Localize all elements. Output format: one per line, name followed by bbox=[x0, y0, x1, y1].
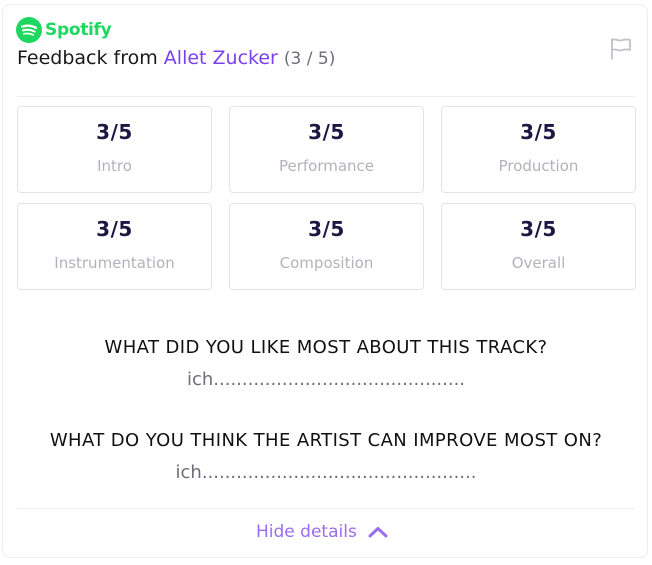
rating-tile-performance: 3/5 Performance bbox=[229, 106, 424, 193]
rating-score: 3/5 bbox=[308, 120, 345, 144]
answer-liked-most: ich.....................................… bbox=[186, 369, 466, 390]
chevron-up-icon bbox=[368, 527, 388, 538]
rating-tile-production: 3/5 Production bbox=[441, 106, 636, 193]
brand-name: Spotify bbox=[45, 20, 112, 40]
ratings-grid: 3/5 Intro 3/5 Performance 3/5 Production… bbox=[17, 106, 636, 290]
rating-score: 3/5 bbox=[520, 120, 557, 144]
rating-score: 3/5 bbox=[96, 120, 133, 144]
rating-label: Composition bbox=[279, 254, 374, 272]
rating-score: 3/5 bbox=[308, 217, 345, 241]
rating-label: Production bbox=[498, 157, 579, 175]
hide-details-label: Hide details bbox=[256, 522, 357, 542]
spotify-logo-icon bbox=[16, 17, 42, 43]
question-improve-most: WHAT DO YOU THINK THE ARTIST CAN IMPROVE… bbox=[49, 430, 603, 451]
answer-improve-most: ich.....................................… bbox=[175, 462, 477, 483]
footer-divider bbox=[17, 508, 635, 509]
rating-tile-instrumentation: 3/5 Instrumentation bbox=[17, 203, 212, 290]
spotify-brand: Spotify bbox=[16, 17, 112, 43]
rating-score: 3/5 bbox=[96, 217, 133, 241]
title-prefix: Feedback from bbox=[17, 47, 158, 69]
question-liked-most: WHAT DID YOU LIKE MOST ABOUT THIS TRACK? bbox=[104, 337, 548, 358]
rating-label: Instrumentation bbox=[54, 254, 175, 272]
artist-name[interactable]: Allet Zucker bbox=[164, 47, 278, 69]
flag-icon[interactable] bbox=[608, 37, 634, 61]
rating-tile-composition: 3/5 Composition bbox=[229, 203, 424, 290]
rating-score: 3/5 bbox=[520, 217, 557, 241]
feedback-title: Feedback from Allet Zucker (3 / 5) bbox=[17, 47, 335, 69]
feedback-count: (3 / 5) bbox=[283, 49, 336, 69]
rating-tile-intro: 3/5 Intro bbox=[17, 106, 212, 193]
header-divider bbox=[17, 96, 635, 97]
rating-tile-overall: 3/5 Overall bbox=[441, 203, 636, 290]
rating-label: Overall bbox=[511, 254, 566, 272]
rating-label: Intro bbox=[97, 157, 132, 175]
rating-label: Performance bbox=[278, 157, 375, 175]
hide-details-button[interactable]: Hide details bbox=[256, 522, 388, 542]
